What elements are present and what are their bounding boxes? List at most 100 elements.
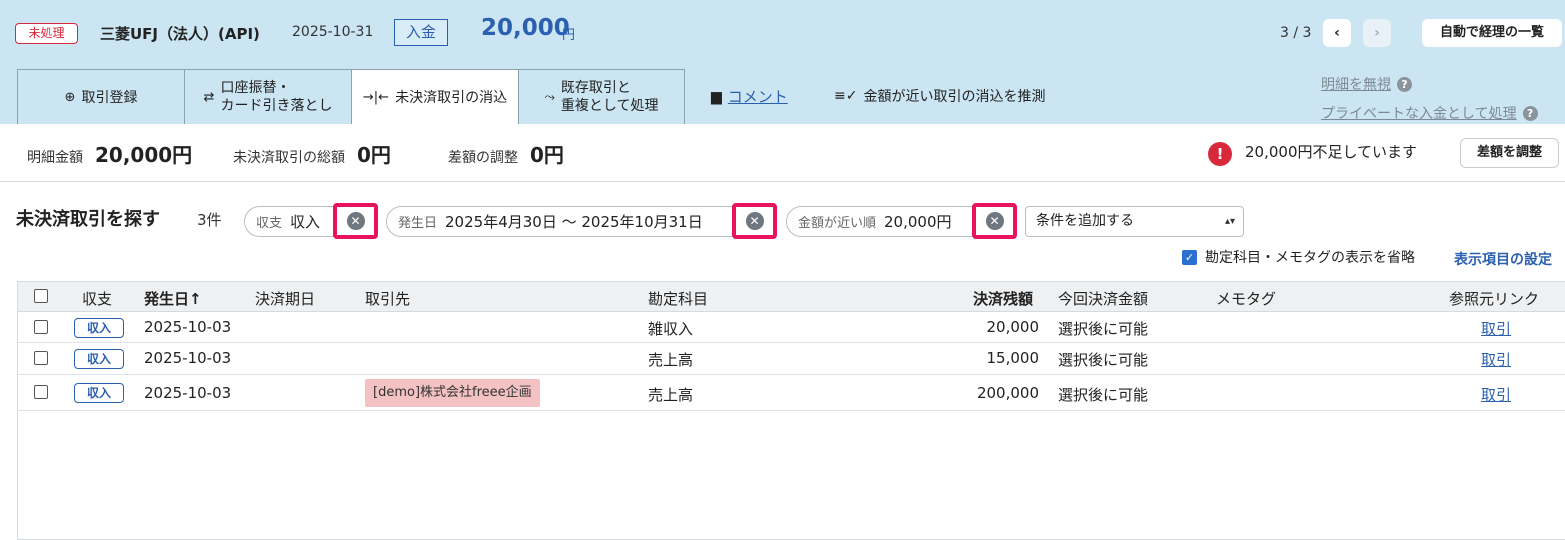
tab-label: 未決済取引の消込 — [395, 90, 508, 106]
remove-filter-type-button[interactable]: ✕ — [333, 203, 378, 239]
comment-link[interactable]: ▆ コメント — [711, 86, 788, 107]
row-date: 2025-10-03 — [144, 318, 232, 336]
row-balance: 20,000 — [986, 318, 1040, 336]
row-balance: 15,000 — [986, 349, 1040, 367]
prev-page-button[interactable]: ‹ — [1323, 19, 1351, 47]
guess-reconcile-label: 金額が近い取引の消込を推測 — [863, 89, 1046, 105]
detail-amount-summary: 明細金額 20,000円 — [27, 139, 192, 168]
filter-label: 収支 — [256, 216, 283, 231]
tab-label-line2: カード引き落とし — [220, 98, 333, 114]
plus-circle-icon: ⊕ — [64, 89, 76, 105]
close-circle-icon: ✕ — [985, 212, 1004, 230]
chevron-left-icon: ‹ — [1334, 25, 1340, 41]
transaction-date: 2025-10-31 — [292, 24, 374, 40]
row-account: 雑収入 — [648, 320, 694, 338]
adjust-difference-button[interactable]: 差額を調整 — [1460, 138, 1559, 168]
row-checkbox[interactable] — [34, 385, 48, 399]
ignore-detail-link[interactable]: 明細を無視? — [1321, 74, 1412, 94]
sort-ascending-icon: ↑ — [189, 290, 202, 308]
checkbox-checked-icon[interactable]: ✓ — [1182, 249, 1197, 265]
filter-value: 20,000円 — [884, 213, 952, 231]
shortage-warning: 20,000円不足しています — [1245, 143, 1418, 161]
column-header-memo[interactable]: メモタグ — [1216, 288, 1276, 309]
ignore-detail-label: 明細を無視 — [1321, 77, 1391, 93]
tab-label-multiline: 口座振替・ カード引き落とし — [220, 79, 332, 115]
comment-icon: ▆ — [711, 88, 722, 105]
add-condition-value: 条件を追加する — [1036, 213, 1134, 229]
tab-register-transaction[interactable]: ⊕ 取引登録 — [17, 69, 185, 124]
row-ref-link[interactable]: 取引 — [1481, 349, 1511, 370]
amount-unit: 円 — [562, 28, 576, 43]
search-title: 未決済取引を探す — [16, 209, 160, 230]
close-circle-icon: ✕ — [745, 212, 764, 230]
column-header-balance[interactable]: 決済残額 — [973, 288, 1033, 309]
bank-name: 三菱UFJ（法人）(API) — [100, 25, 260, 43]
tab-label-line1: 既存取引と — [560, 80, 631, 96]
row-account: 売上高 — [648, 351, 694, 369]
select-arrows-icon: ▴▾ — [1224, 216, 1235, 227]
filter-label: 金額が近い順 — [798, 216, 877, 231]
tab-duplicate-existing[interactable]: ⤳ 既存取引と 重複として処理 — [518, 69, 685, 124]
difference-summary: 差額の調整 0円 — [448, 139, 564, 168]
filter-value: 2025年4月30日 〜 2025年10月31日 — [445, 213, 703, 231]
row-payment: 選択後に可能 — [1058, 320, 1149, 338]
filter-chip-date[interactable]: 発生日 2025年4月30日 〜 2025年10月31日 — [386, 206, 774, 237]
table-row[interactable]: 収入 2025-10-03 雑収入 20,000 選択後に可能 取引 — [18, 312, 1565, 343]
table-row[interactable]: 収入 2025-10-03 売上高 15,000 選択後に可能 取引 — [18, 343, 1565, 375]
auto-accounting-list-button[interactable]: 自動で経理の一覧 — [1422, 19, 1562, 47]
help-icon[interactable]: ? — [1522, 106, 1538, 121]
help-icon[interactable]: ? — [1397, 77, 1412, 92]
close-circle-icon: ✕ — [346, 212, 365, 230]
column-header-account[interactable]: 勘定科目 — [648, 288, 708, 309]
unsettled-total-value: 0円 — [357, 143, 391, 167]
column-header-due[interactable]: 決済期日 — [255, 288, 315, 309]
warning-icon: ! — [1208, 142, 1232, 166]
row-date: 2025-10-03 — [144, 384, 232, 402]
column-header-ref[interactable]: 参照元リンク — [1449, 288, 1539, 309]
omit-columns-label: 勘定科目・メモタグの表示を省略 — [1205, 250, 1415, 266]
row-account: 売上高 — [648, 386, 694, 404]
row-checkbox[interactable] — [34, 351, 48, 365]
divider — [0, 181, 1565, 182]
column-header-date-label: 発生日 — [144, 290, 190, 308]
type-badge: 収入 — [74, 383, 124, 403]
row-checkbox[interactable] — [34, 320, 48, 334]
table-row[interactable]: 収入 2025-10-03 [demo]株式会社freee企画 売上高 200,… — [18, 375, 1565, 411]
column-header-payment[interactable]: 今回決済金額 — [1058, 288, 1148, 309]
difference-value: 0円 — [530, 143, 564, 167]
comment-label: コメント — [727, 88, 788, 106]
remove-filter-date-button[interactable]: ✕ — [732, 203, 777, 239]
pager-count: 3 / 3 — [1280, 25, 1312, 41]
column-header-date[interactable]: 発生日↑ — [144, 288, 202, 309]
merge-arrow-icon: ⤳ — [544, 89, 555, 105]
private-income-link[interactable]: プライベートな入金として処理? — [1321, 103, 1538, 123]
add-condition-select[interactable]: 条件を追加する ▴▾ — [1025, 206, 1244, 237]
table-header: 収支 発生日↑ 決済期日 取引先 勘定科目 決済残額 今回決済金額 メモタグ 参… — [18, 282, 1565, 312]
row-balance: 200,000 — [976, 384, 1039, 402]
select-all-checkbox[interactable] — [34, 289, 48, 303]
column-header-partner[interactable]: 取引先 — [365, 288, 410, 309]
row-ref-link[interactable]: 取引 — [1481, 384, 1511, 405]
row-ref-link[interactable]: 取引 — [1481, 318, 1511, 339]
transaction-type-badge: 入金 — [394, 19, 448, 46]
result-count: 3件 — [197, 211, 222, 229]
tab-reconcile-unsettled[interactable]: →|← 未決済取引の消込 — [351, 69, 519, 124]
remove-filter-amount-button[interactable]: ✕ — [972, 203, 1017, 239]
row-date: 2025-10-03 — [144, 349, 232, 367]
tab-label-multiline: 既存取引と 重複として処理 — [561, 79, 659, 115]
transaction-header: 未処理 三菱UFJ（法人）(API) 2025-10-31 入金 20,000 … — [0, 0, 1565, 124]
private-income-label: プライベートな入金として処理 — [1321, 106, 1517, 122]
row-payment: 選択後に可能 — [1058, 386, 1149, 404]
display-settings-link[interactable]: 表示項目の設定 — [1454, 249, 1552, 269]
transfer-arrows-icon: ⇄ — [203, 89, 215, 105]
guess-reconcile-link[interactable]: ≡✓ 金額が近い取引の消込を推測 — [834, 86, 1045, 106]
next-page-button[interactable]: › — [1363, 19, 1391, 47]
row-payment: 選択後に可能 — [1058, 351, 1149, 369]
type-badge: 収入 — [74, 318, 124, 338]
column-header-type[interactable]: 収支 — [82, 288, 112, 309]
unsettled-total-summary: 未決済取引の総額 0円 — [233, 139, 391, 168]
type-badge: 収入 — [74, 349, 124, 369]
tab-account-transfer[interactable]: ⇄ 口座振替・ カード引き落とし — [184, 69, 352, 124]
omit-columns-option[interactable]: ✓ 勘定科目・メモタグの表示を省略 — [1182, 247, 1415, 267]
unsettled-total-label: 未決済取引の総額 — [233, 150, 345, 166]
